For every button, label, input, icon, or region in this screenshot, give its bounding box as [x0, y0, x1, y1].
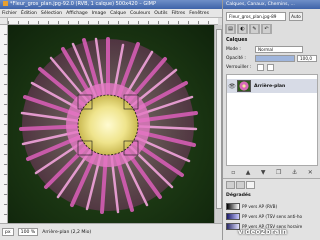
- lock-checkbox[interactable]: [257, 64, 264, 71]
- image-canvas[interactable]: [8, 25, 214, 223]
- anchor-layer-icon[interactable]: ⚓: [292, 169, 297, 176]
- menu-calque[interactable]: Calque: [110, 11, 126, 16]
- gradient-item[interactable]: PP vers AP (RVB): [226, 202, 318, 211]
- layer-name: Arrière-plan: [254, 83, 286, 89]
- layer-info: Arrière-plan (2,2 Mio): [42, 229, 92, 235]
- unit-select[interactable]: px: [2, 228, 14, 236]
- layers-panel-title: Calques: [226, 38, 248, 43]
- new-layer-icon[interactable]: ▫: [231, 169, 235, 176]
- gradients-tabs: [226, 181, 255, 189]
- menu-affichage[interactable]: Affichage: [66, 11, 88, 16]
- horizontal-ruler[interactable]: [8, 18, 218, 25]
- lock-alpha-checkbox[interactable]: [267, 64, 274, 71]
- channels-icon: ◐: [238, 24, 247, 34]
- layer-row[interactable]: 👁 Arrière-plan: [227, 79, 317, 93]
- statusbar: px 100 % Arrière-plan (2,2 Mio): [0, 223, 222, 240]
- vertical-ruler[interactable]: [0, 25, 8, 223]
- ruler-corner[interactable]: [0, 18, 8, 25]
- gradient-item[interactable]: PP vers AP (TSV sens anti-ho: [226, 212, 318, 221]
- zoom-select[interactable]: 100 %: [17, 228, 39, 236]
- menu-image[interactable]: Image: [92, 11, 106, 16]
- layers-dock: Calques, Canaux, Chemins, ... Fleur_gros…: [222, 0, 320, 240]
- paths-icon: ✎: [250, 24, 259, 34]
- delete-layer-icon[interactable]: ✕: [308, 169, 313, 176]
- image-selector[interactable]: Fleur_gros_plan.jpg-89: [226, 12, 286, 21]
- auto-button[interactable]: Auto: [289, 12, 303, 21]
- gradients-title: Dégradés: [226, 193, 251, 198]
- image-window-title: *Fleur_gros_plan.jpg-92.0 (RVB, 1 calque…: [10, 1, 157, 7]
- tab-gradients[interactable]: [246, 181, 255, 189]
- menu-edition[interactable]: Édition: [21, 11, 37, 16]
- menu-couleurs[interactable]: Couleurs: [130, 11, 150, 16]
- vertical-scrollbar[interactable]: [214, 25, 222, 223]
- tab-channels[interactable]: ◐: [237, 24, 248, 34]
- mode-select[interactable]: Normal: [255, 46, 303, 53]
- tab-layers[interactable]: ▤: [225, 24, 236, 34]
- image-window: *Fleur_gros_plan.jpg-92.0 (RVB, 1 calque…: [0, 0, 222, 240]
- opacity-label: Opacité :: [226, 56, 246, 61]
- gimp-app-icon: [3, 1, 8, 6]
- layer-buttons: ▫ ▲ ▼ ❐ ⚓ ✕: [226, 168, 318, 177]
- flower-image: [19, 37, 198, 214]
- tab-brushes[interactable]: [226, 181, 235, 189]
- gradient-name: PP vers AP (TSV sens anti-ho: [242, 214, 303, 219]
- eye-icon[interactable]: 👁: [227, 83, 237, 90]
- menu-outils[interactable]: Outils: [154, 11, 167, 16]
- layers-icon: ▤: [226, 24, 235, 34]
- menu-filtres[interactable]: Filtres: [172, 11, 186, 16]
- layers-list: 👁 Arrière-plan: [226, 74, 318, 166]
- menu-selection[interactable]: Sélection: [41, 11, 62, 16]
- dock-tabs: ▤ ◐ ✎ ↶: [225, 24, 319, 34]
- image-window-titlebar[interactable]: *Fleur_gros_plan.jpg-92.0 (RVB, 1 calque…: [0, 0, 222, 9]
- menu-fichier[interactable]: Fichier: [2, 11, 17, 16]
- tab-patterns[interactable]: [236, 181, 245, 189]
- gradient-name: PP vers AP (RVB): [242, 204, 278, 209]
- duplicate-layer-icon[interactable]: ❐: [276, 169, 281, 176]
- undo-icon: ↶: [262, 24, 271, 34]
- gradient-swatch: [226, 203, 240, 210]
- opacity-value[interactable]: 100,0: [297, 55, 317, 62]
- gradient-swatch: [226, 213, 240, 220]
- menu-fenetres[interactable]: Fenêtres: [189, 11, 209, 16]
- lock-label: Verrouiller :: [226, 65, 252, 70]
- layer-thumbnail: [237, 80, 251, 92]
- mode-label: Mode :: [226, 47, 241, 52]
- raise-layer-icon[interactable]: ▲: [246, 169, 251, 176]
- tab-undo[interactable]: ↶: [261, 24, 272, 34]
- watermark: video2brain: [238, 228, 288, 236]
- dock-titlebar[interactable]: Calques, Canaux, Chemins, ...: [223, 0, 320, 9]
- menubar: Fichier Édition Sélection Affichage Imag…: [0, 9, 222, 18]
- opacity-slider[interactable]: [255, 55, 295, 62]
- tab-paths[interactable]: ✎: [249, 24, 260, 34]
- lower-layer-icon[interactable]: ▼: [261, 169, 266, 176]
